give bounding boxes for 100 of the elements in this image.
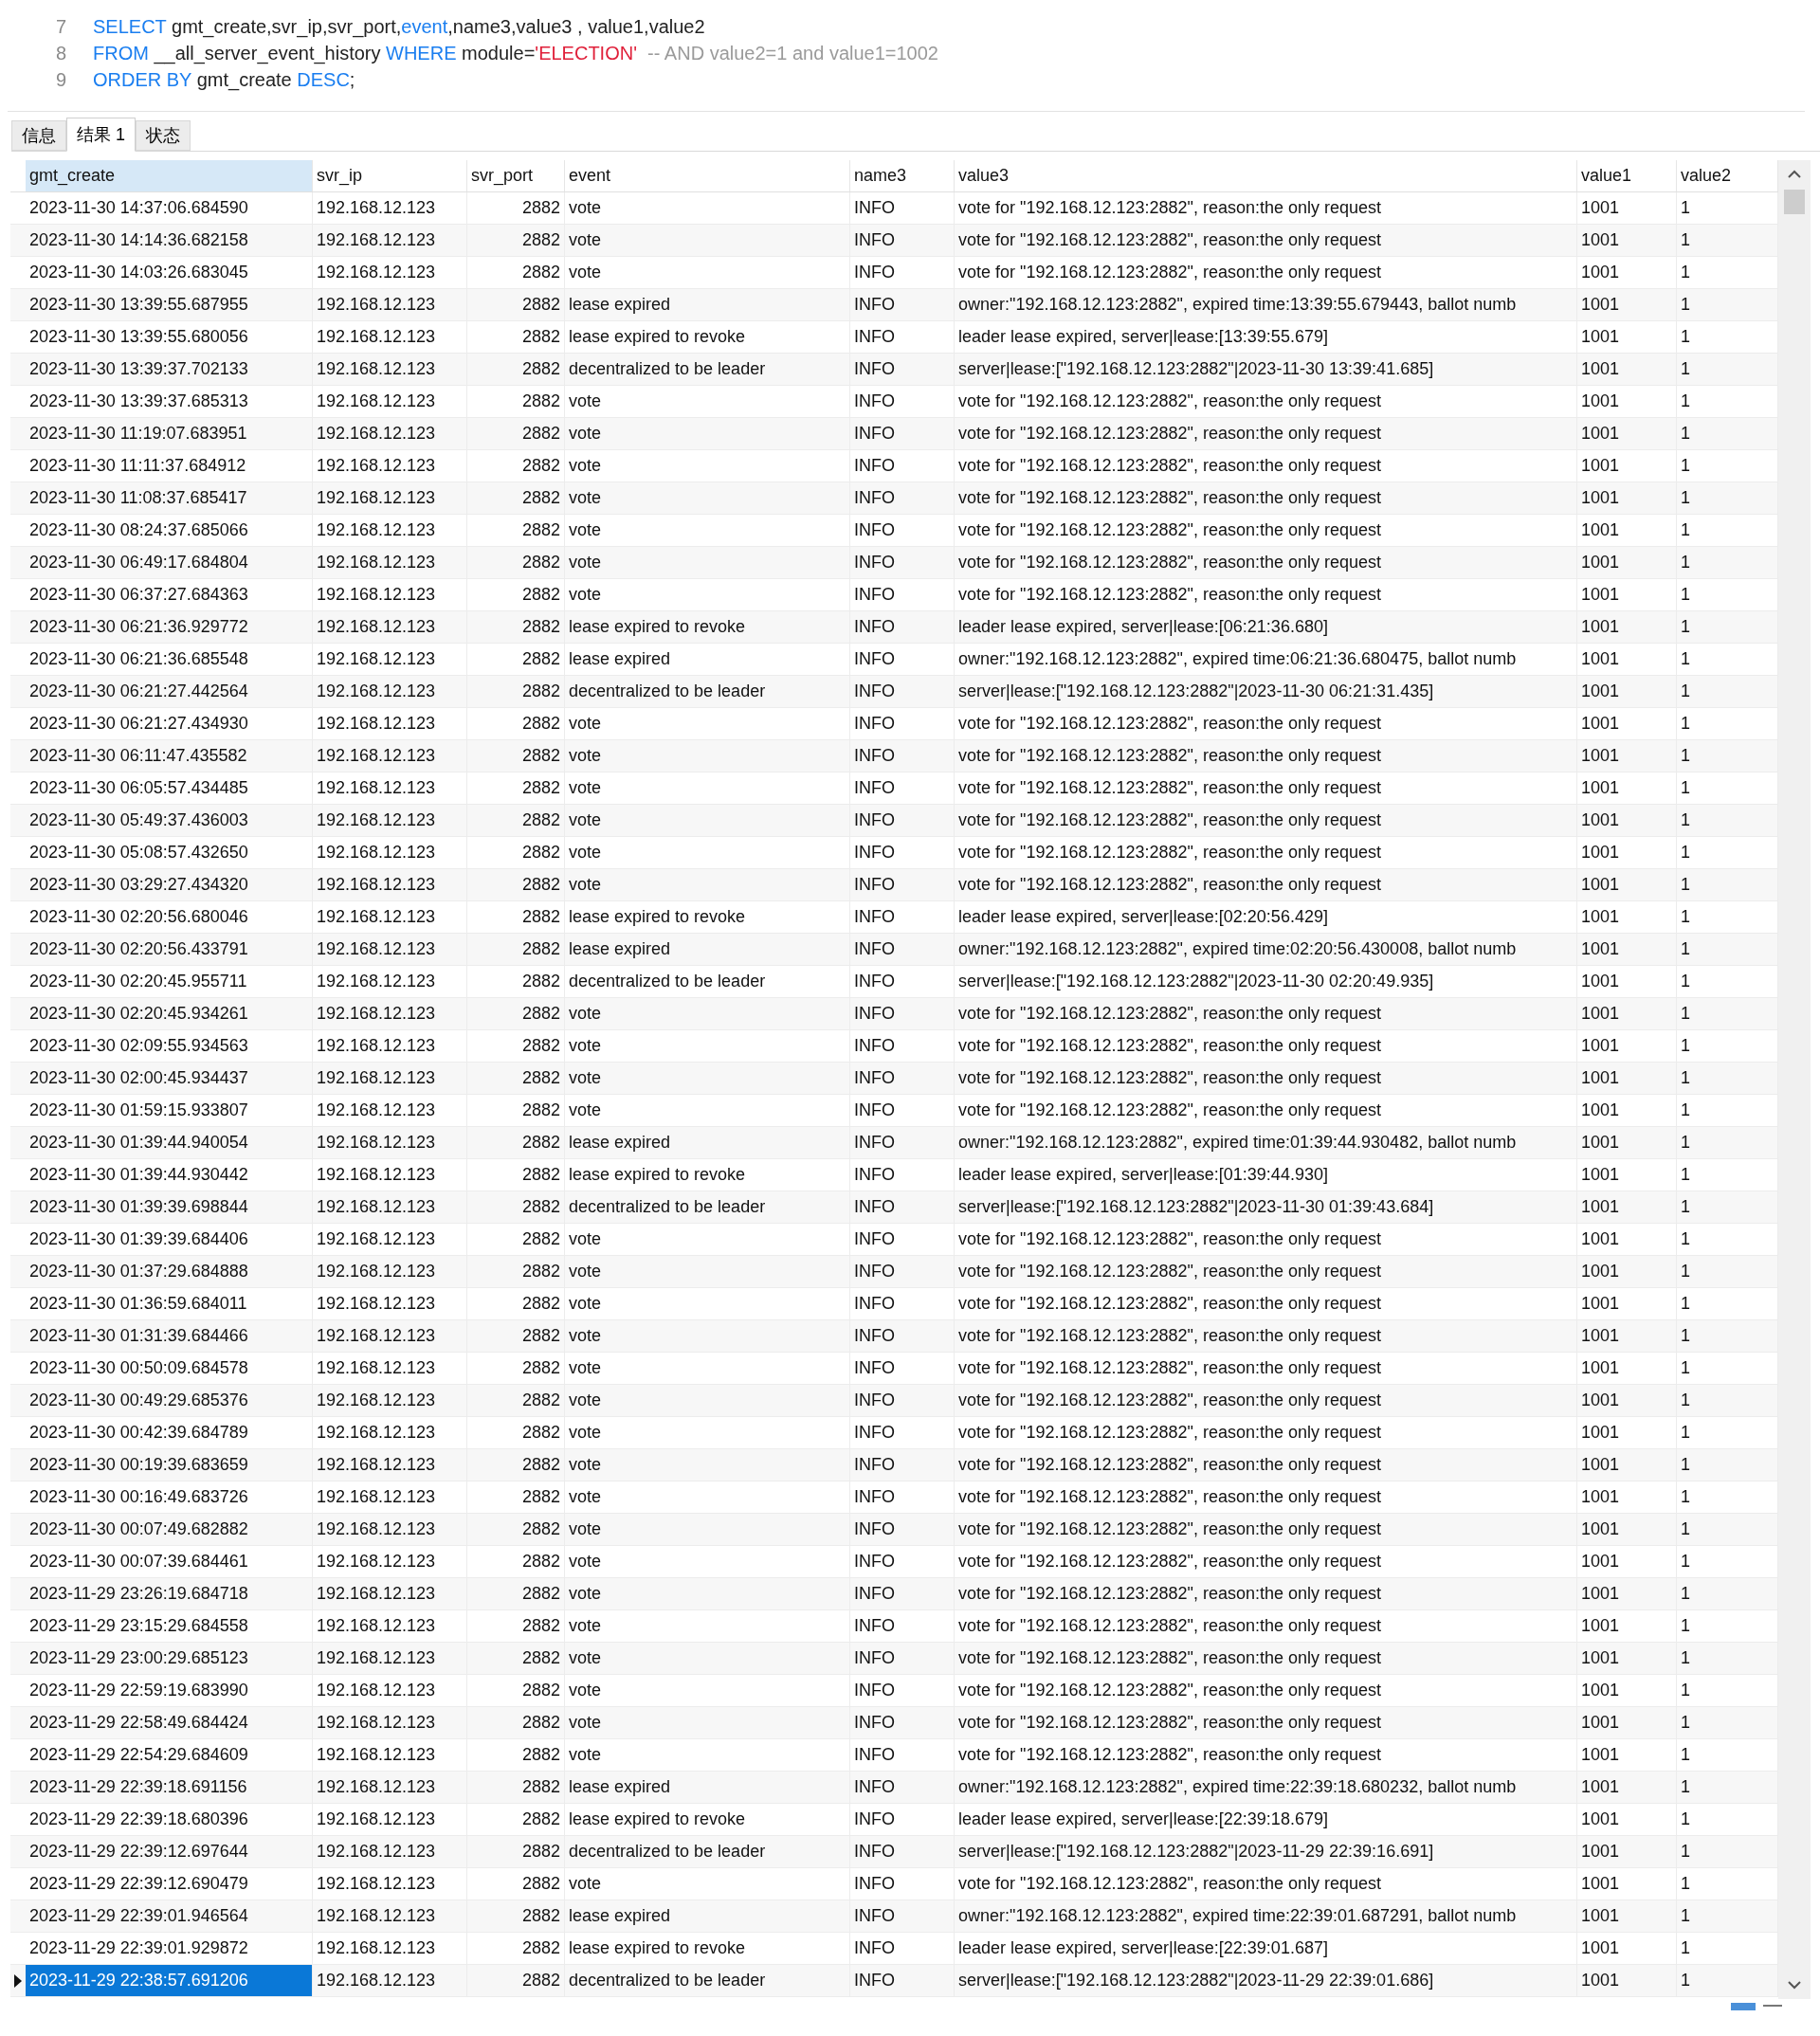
table-cell: 2882 — [467, 1610, 565, 1642]
table-cell: 2882 — [467, 1224, 565, 1255]
table-cell: owner:"192.168.12.123:2882", expired time:02:20:56.430008, ballot numb — [955, 934, 1577, 965]
scrollbar[interactable] — [1778, 160, 1811, 1999]
table-cell: 192.168.12.123 — [313, 1707, 467, 1738]
table-cell: 2023-11-30 14:37:06.684590 — [26, 192, 313, 224]
table-cell: 2023-11-30 02:09:55.934563 — [26, 1030, 313, 1062]
table-cell: vote — [565, 450, 850, 482]
table-cell: lease expired — [565, 1127, 850, 1158]
scrollbar-thumb[interactable] — [1784, 190, 1805, 214]
table-cell: INFO — [850, 289, 955, 320]
table-cell: 2023-11-29 22:38:57.691206 — [26, 1965, 313, 1996]
table-cell: server|lease:["192.168.12.123:2882"|2023-11-29 22:39:16.691] — [955, 1836, 1577, 1867]
table-cell: vote — [565, 1063, 850, 1094]
table-cell: 2882 — [467, 1159, 565, 1191]
table-cell: vote — [565, 1030, 850, 1062]
table-cell: lease expired to revoke — [565, 1159, 850, 1191]
table-cell: vote — [565, 708, 850, 739]
chevron-down-icon[interactable] — [1788, 1981, 1801, 1990]
table-cell: INFO — [850, 579, 955, 610]
table-cell: vote — [565, 1320, 850, 1352]
table-cell: 1001 — [1577, 418, 1677, 449]
table-cell: INFO — [850, 676, 955, 707]
table-cell: 1001 — [1577, 773, 1677, 804]
table-cell: 1001 — [1577, 321, 1677, 353]
table-cell: 192.168.12.123 — [313, 1127, 467, 1158]
table-cell: owner:"192.168.12.123:2882", expired time:13:39:55.679443, ballot numb — [955, 289, 1577, 320]
table-cell: vote — [565, 1610, 850, 1642]
table-cell: 2023-11-30 00:49:29.685376 — [26, 1385, 313, 1416]
table-cell: owner:"192.168.12.123:2882", expired time:22:39:18.680232, ballot numb — [955, 1772, 1577, 1803]
table-cell: vote — [565, 1643, 850, 1674]
table-cell: 2023-11-30 13:39:37.685313 — [26, 386, 313, 417]
table-cell: 1001 — [1577, 515, 1677, 546]
table-cell: vote — [565, 837, 850, 868]
table-cell: 1001 — [1577, 1868, 1677, 1900]
table-cell: 2882 — [467, 998, 565, 1029]
table-cell: INFO — [850, 1707, 955, 1738]
table-cell: 1001 — [1577, 192, 1677, 224]
table-cell: owner:"192.168.12.123:2882", expired time:22:39:01.687291, ballot numb — [955, 1900, 1577, 1932]
table-cell: lease expired — [565, 934, 850, 965]
table-cell: 2882 — [467, 966, 565, 997]
table-cell: lease expired to revoke — [565, 611, 850, 643]
table-cell: vote for "192.168.12.123:2882", reason:the only request — [955, 1385, 1577, 1416]
table-cell: 1001 — [1577, 998, 1677, 1029]
table-cell: vote for "192.168.12.123:2882", reason:the only request — [955, 1288, 1577, 1319]
table-cell: 2882 — [467, 1256, 565, 1287]
table-cell: decentralized to be leader — [565, 354, 850, 385]
table-cell: 2023-11-30 11:11:37.684912 — [26, 450, 313, 482]
table-cell: 2023-11-30 00:16:49.683726 — [26, 1482, 313, 1513]
table-cell: 1001 — [1577, 579, 1677, 610]
table-cell: 192.168.12.123 — [313, 547, 467, 578]
table-cell: vote for "192.168.12.123:2882", reason:the only request — [955, 418, 1577, 449]
table-cell: 2023-11-29 22:54:29.684609 — [26, 1739, 313, 1771]
table-cell: 1001 — [1577, 257, 1677, 288]
tab[interactable]: 状态 — [136, 120, 191, 151]
table-cell: INFO — [850, 418, 955, 449]
table-cell: 2023-11-29 22:59:19.683990 — [26, 1675, 313, 1706]
table-cell: 2023-11-29 22:58:49.684424 — [26, 1707, 313, 1738]
table-cell: 192.168.12.123 — [313, 1417, 467, 1448]
chevron-up-icon[interactable] — [1788, 170, 1801, 178]
table-cell: 1001 — [1577, 611, 1677, 643]
table-cell: 2882 — [467, 482, 565, 514]
table-cell: vote for "192.168.12.123:2882", reason:the only request — [955, 773, 1577, 804]
table-cell: INFO — [850, 837, 955, 868]
table-cell: owner:"192.168.12.123:2882", expired time:06:21:36.680475, ballot numb — [955, 644, 1577, 675]
table-cell: 2882 — [467, 1063, 565, 1094]
table-cell: vote for "192.168.12.123:2882", reason:the only request — [955, 257, 1577, 288]
tab[interactable]: 信息 — [11, 120, 66, 151]
table-cell: 1001 — [1577, 482, 1677, 514]
table-cell: server|lease:["192.168.12.123:2882"|2023-11-30 13:39:41.685] — [955, 354, 1577, 385]
table-cell: INFO — [850, 1063, 955, 1094]
table-cell: lease expired — [565, 1772, 850, 1803]
table-cell: INFO — [850, 515, 955, 546]
table-cell: vote — [565, 1739, 850, 1771]
table-cell: lease expired to revoke — [565, 321, 850, 353]
table-cell: 192.168.12.123 — [313, 1578, 467, 1609]
table-cell: INFO — [850, 1191, 955, 1223]
table-cell: vote — [565, 869, 850, 900]
table-cell: INFO — [850, 1030, 955, 1062]
table-cell: 192.168.12.123 — [313, 1643, 467, 1674]
code-line: FROM __all_server_event_history WHERE module='ELECTION' -- AND value2=1 and value1=1002 — [93, 42, 938, 66]
table-cell: 2882 — [467, 1417, 565, 1448]
table-cell: vote for "192.168.12.123:2882", reason:the only request — [955, 708, 1577, 739]
table-cell: 2882 — [467, 257, 565, 288]
table-cell: 2023-11-29 22:39:01.929872 — [26, 1933, 313, 1964]
table-cell: 2882 — [467, 805, 565, 836]
table-cell: 2023-11-30 05:08:57.432650 — [26, 837, 313, 868]
table-cell: INFO — [850, 1933, 955, 1964]
table-cell: 2023-11-30 06:37:27.684363 — [26, 579, 313, 610]
column-header[interactable]: gmt_create — [26, 160, 313, 191]
table-cell: 2882 — [467, 321, 565, 353]
tab[interactable]: 结果 1 — [66, 118, 136, 152]
table-cell: 2023-11-29 23:00:29.685123 — [26, 1643, 313, 1674]
table-cell: server|lease:["192.168.12.123:2882"|2023-11-30 06:21:31.435] — [955, 676, 1577, 707]
table-cell: 2023-11-30 00:07:39.684461 — [26, 1546, 313, 1577]
table-cell: 2023-11-30 02:20:45.955711 — [26, 966, 313, 997]
table-cell: 1001 — [1577, 1965, 1677, 1996]
table-cell: INFO — [850, 1385, 955, 1416]
table-cell: 1001 — [1577, 1707, 1677, 1738]
table-cell: INFO — [850, 1643, 955, 1674]
